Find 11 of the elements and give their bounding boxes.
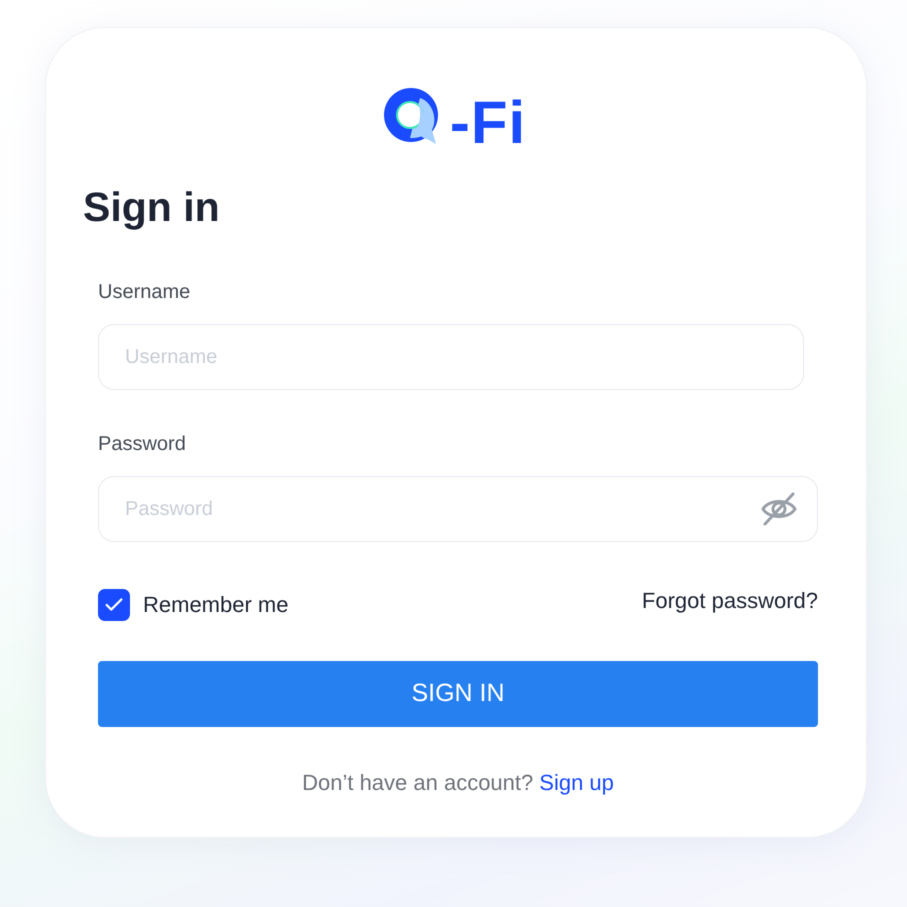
sign-in-button[interactable]: SIGN IN [98,661,818,727]
remember-checkbox[interactable] [98,589,130,621]
eye-slash-icon[interactable] [761,492,797,526]
field-label: Password [98,432,187,456]
remember-label: Remember me [143,591,288,619]
signup-prompt: Don’t have an account? [302,769,534,797]
sign-up-link[interactable]: Sign up [539,769,614,797]
page-title: Sign in [83,183,221,232]
logo-text: -Fi [450,95,526,151]
field-label: Username [98,280,192,304]
forgot-password-link[interactable]: Forgot password? [642,588,818,614]
